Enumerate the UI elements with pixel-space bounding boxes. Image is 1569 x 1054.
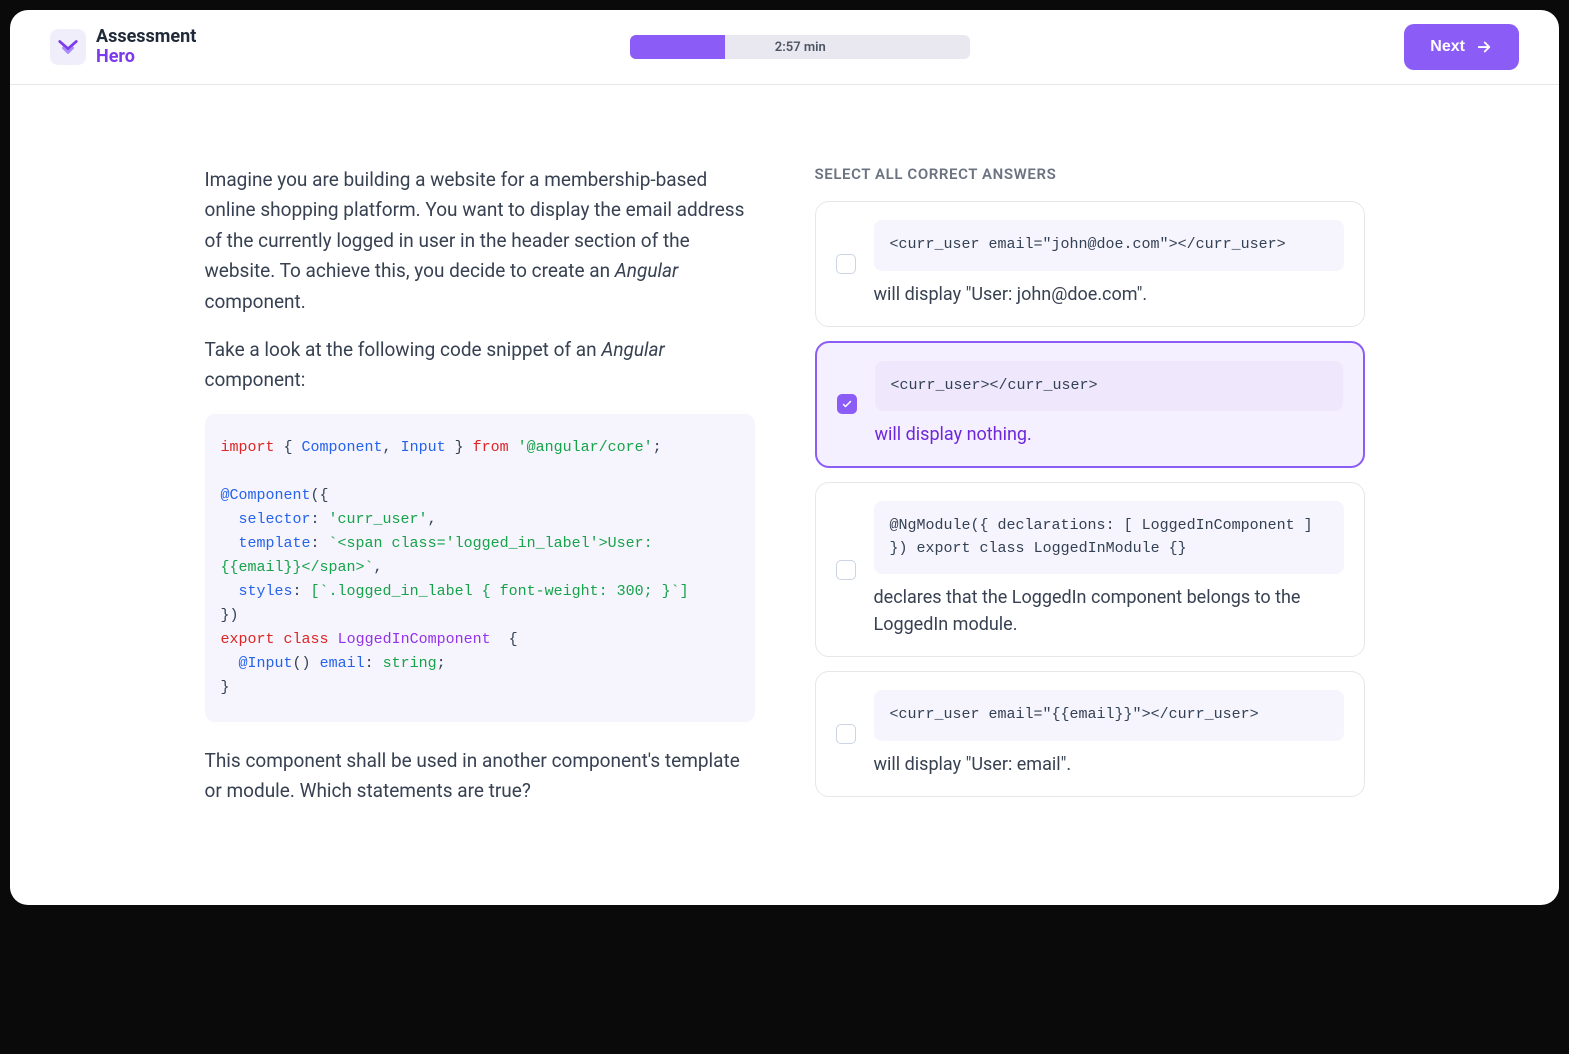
answer-text: will display "User: email". [874, 751, 1344, 778]
answer-option-4[interactable]: <curr_user email="{{email}}"></curr_user… [815, 671, 1365, 797]
answer-code: @NgModule({ declarations: [ LoggedInComp… [874, 501, 1344, 574]
checkbox-unchecked-icon [836, 254, 856, 274]
answer-text: will display nothing. [875, 421, 1343, 448]
brand-text: Assessment Hero [96, 27, 196, 67]
answer-code: <curr_user></curr_user> [875, 361, 1343, 412]
timer-progress: 2:57 min [630, 35, 970, 59]
answer-option-2[interactable]: <curr_user></curr_user> will display not… [815, 341, 1365, 469]
brand: Assessment Hero [50, 27, 196, 67]
answer-option-1[interactable]: <curr_user email="john@doe.com"></curr_u… [815, 201, 1365, 327]
answer-option-3[interactable]: @NgModule({ declarations: [ LoggedInComp… [815, 482, 1365, 657]
answers-panel: SELECT ALL CORRECT ANSWERS <curr_user em… [815, 165, 1365, 825]
checkbox-unchecked-icon [836, 724, 856, 744]
answer-text: declares that the LoggedIn component bel… [874, 584, 1344, 638]
answer-text: will display "User: john@doe.com". [874, 281, 1344, 308]
topbar: Assessment Hero 2:57 min Next [10, 10, 1559, 85]
question-para-1: Imagine you are building a website for a… [205, 165, 755, 317]
question-para-3: This component shall be used in another … [205, 746, 755, 807]
answer-body: @NgModule({ declarations: [ LoggedInComp… [874, 501, 1344, 638]
content: Imagine you are building a website for a… [165, 125, 1405, 865]
brand-icon [50, 29, 86, 65]
answer-code: <curr_user email="{{email}}"></curr_user… [874, 690, 1344, 741]
answer-code: <curr_user email="john@doe.com"></curr_u… [874, 220, 1344, 271]
answer-body: <curr_user email="{{email}}"></curr_user… [874, 690, 1344, 778]
answers-label: SELECT ALL CORRECT ANSWERS [815, 165, 1365, 183]
arrow-right-icon [1475, 38, 1493, 56]
brand-line1: Assessment [96, 27, 196, 47]
checkbox-checked-icon [837, 394, 857, 414]
next-button[interactable]: Next [1404, 24, 1519, 70]
question-code: import { Component, Input } from '@angul… [205, 414, 755, 722]
answer-body: <curr_user email="john@doe.com"></curr_u… [874, 220, 1344, 308]
timer-progress-fill [630, 35, 725, 59]
answer-body: <curr_user></curr_user> will display not… [875, 361, 1343, 449]
brand-line2: Hero [96, 47, 196, 67]
question-para-2: Take a look at the following code snippe… [205, 335, 755, 396]
timer-label: 2:57 min [775, 40, 826, 55]
next-button-label: Next [1430, 38, 1465, 56]
question-panel: Imagine you are building a website for a… [205, 165, 755, 825]
checkbox-unchecked-icon [836, 560, 856, 580]
assessment-window: Assessment Hero 2:57 min Next Imagine yo… [10, 10, 1559, 905]
